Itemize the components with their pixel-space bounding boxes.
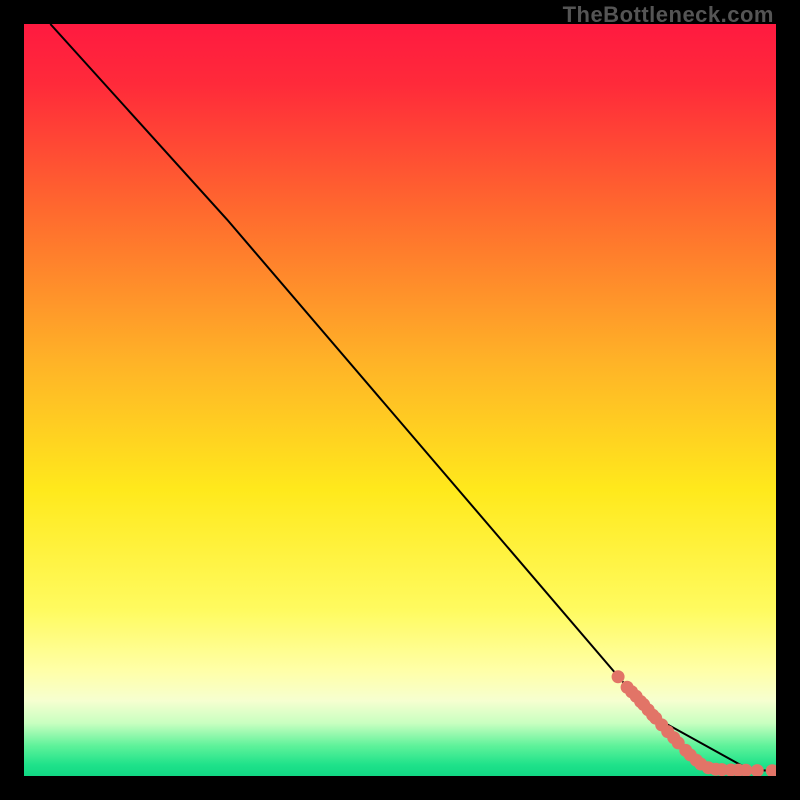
data-point	[612, 670, 625, 683]
gradient-background	[24, 24, 776, 776]
plot-area	[24, 24, 776, 776]
chart-svg	[24, 24, 776, 776]
chart-frame: TheBottleneck.com	[0, 0, 800, 800]
